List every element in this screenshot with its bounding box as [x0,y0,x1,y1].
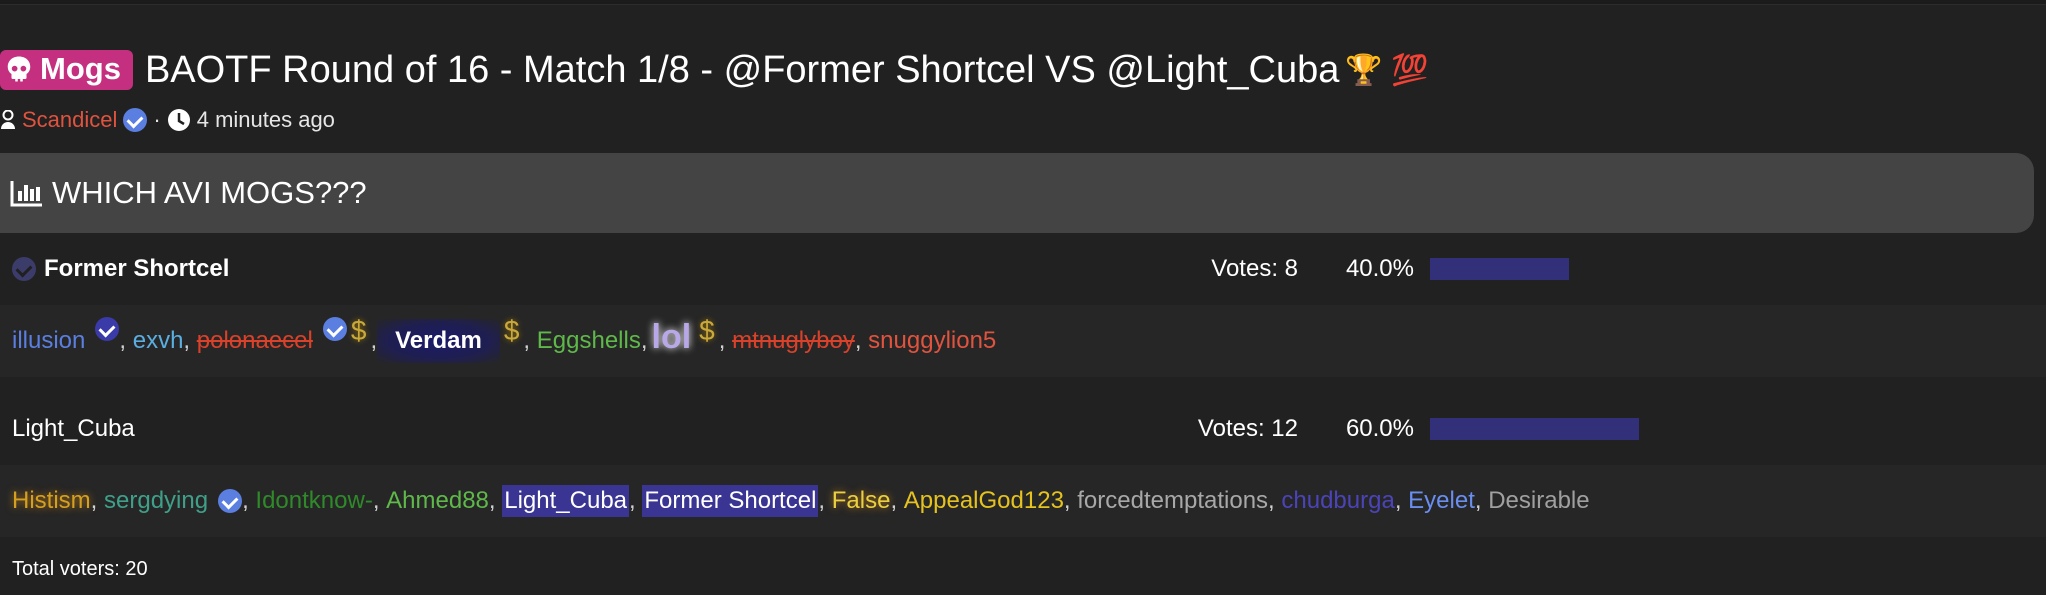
comma: , [1394,487,1402,514]
voter-appealgod123[interactable]: AppealGod123 [904,487,1064,515]
voter-sergdying[interactable]: sergdying [104,487,208,515]
skull-icon [7,56,31,82]
thread-title: BAOTF Round of 16 - Match 1/8 - @Former … [144,48,1340,91]
dollar-icon: $ [350,315,367,346]
voter-forcedtemptations[interactable]: forcedtemptations [1077,487,1268,515]
thread-title-row: Mogs BAOTF Round of 16 - Match 1/8 - @Fo… [0,46,1428,94]
voted-check-icon [12,257,36,281]
voter-illusion[interactable]: illusion [12,327,85,355]
comma: , [242,487,249,514]
meta-separator: · [153,107,161,132]
author-link[interactable]: Scandicel [22,107,117,133]
voter-eggshells[interactable]: Eggshells [537,327,641,355]
comma: , [854,327,862,354]
vote-bar [1430,258,1830,280]
poll-question-header: WHICH AVI MOGS??? [0,153,2034,233]
option-name: Former Shortcel [44,255,230,282]
verified-icon [95,317,120,341]
voter-lol[interactable]: lol [652,318,692,357]
comma: , [119,327,127,354]
comma: , [1268,487,1275,514]
voter-polonaecel[interactable]: polonaecel [197,327,313,355]
total-voters: Total voters: 20 [12,558,148,580]
verified-icon [123,108,148,132]
comma: , [1063,487,1071,514]
vote-bar-fill [1430,258,1570,280]
comma: , [372,487,380,514]
posted-time: 4 minutes ago [196,107,335,132]
option-votes: Votes: 12 [1197,415,1298,442]
voter-former-shortcel[interactable]: Former Shortcel [642,485,819,517]
top-divider [0,0,2046,5]
option-name: Light_Cuba [12,415,135,442]
dollar-icon: $ [699,315,715,346]
chart-icon [10,181,42,207]
voter-false[interactable]: False [832,487,891,515]
vote-bar [1430,418,1830,440]
comma: , [183,327,191,354]
poll-option-light-cuba[interactable]: Light_Cuba Votes: 12 60.0% [0,399,2046,459]
voter-light-cuba[interactable]: Light_Cuba [502,485,630,517]
trophy-hundred-emoji: 🏆 💯 [1345,53,1429,87]
voters-list-option2: Histism , sergdying , Idontknow- , Ahmed… [0,465,2046,537]
option-percent: 60.0% [1345,415,1414,442]
comma: , [523,327,531,354]
option-label: Light_Cuba [12,415,135,443]
voter-desirable[interactable]: Desirable [1488,487,1589,515]
voter-eyelet[interactable]: Eyelet [1408,487,1475,515]
voter-histism[interactable]: Histism [12,487,91,515]
comma: , [370,327,378,354]
tag-label: Mogs [40,51,121,86]
option-percent: 40.0% [1345,255,1414,282]
voter-snuggylion5[interactable]: snuggylion5 [868,327,996,355]
dollar-icon: $ [503,315,520,346]
comma: , [629,487,636,514]
verified-icon [322,317,347,341]
verified-icon [218,489,243,513]
voter-idontknow[interactable]: Idontknow- [255,487,372,515]
voters-list-option1: illusion , exvh , polonaecel $ , Verdam … [0,305,2046,377]
voter-ahmed88[interactable]: Ahmed88 [386,487,489,515]
voter-verdam[interactable]: Verdam [377,319,500,363]
comma: , [718,327,726,354]
comma: , [818,487,826,514]
voter-exvh[interactable]: exvh [133,327,184,355]
thread-meta: Scandicel · 4 minutes ago [0,104,335,136]
clock-icon [167,109,190,131]
mogs-tag[interactable]: Mogs [0,50,133,90]
comma: , [1474,487,1482,514]
vote-bar-fill [1430,418,1639,440]
comma: , [90,487,98,514]
comma: , [488,487,496,514]
user-icon [1,110,15,129]
voter-mtnuglyboy[interactable]: mtnuglyboy [732,327,855,355]
option-label: Former Shortcel [12,255,229,283]
voter-chudburga[interactable]: chudburga [1281,487,1394,515]
option-votes: Votes: 8 [1211,255,1298,282]
comma: , [890,487,898,514]
poll-question: WHICH AVI MOGS??? [52,175,367,210]
poll-option-former-shortcel[interactable]: Former Shortcel Votes: 8 40.0% [0,239,2046,299]
comma: , [640,327,648,354]
